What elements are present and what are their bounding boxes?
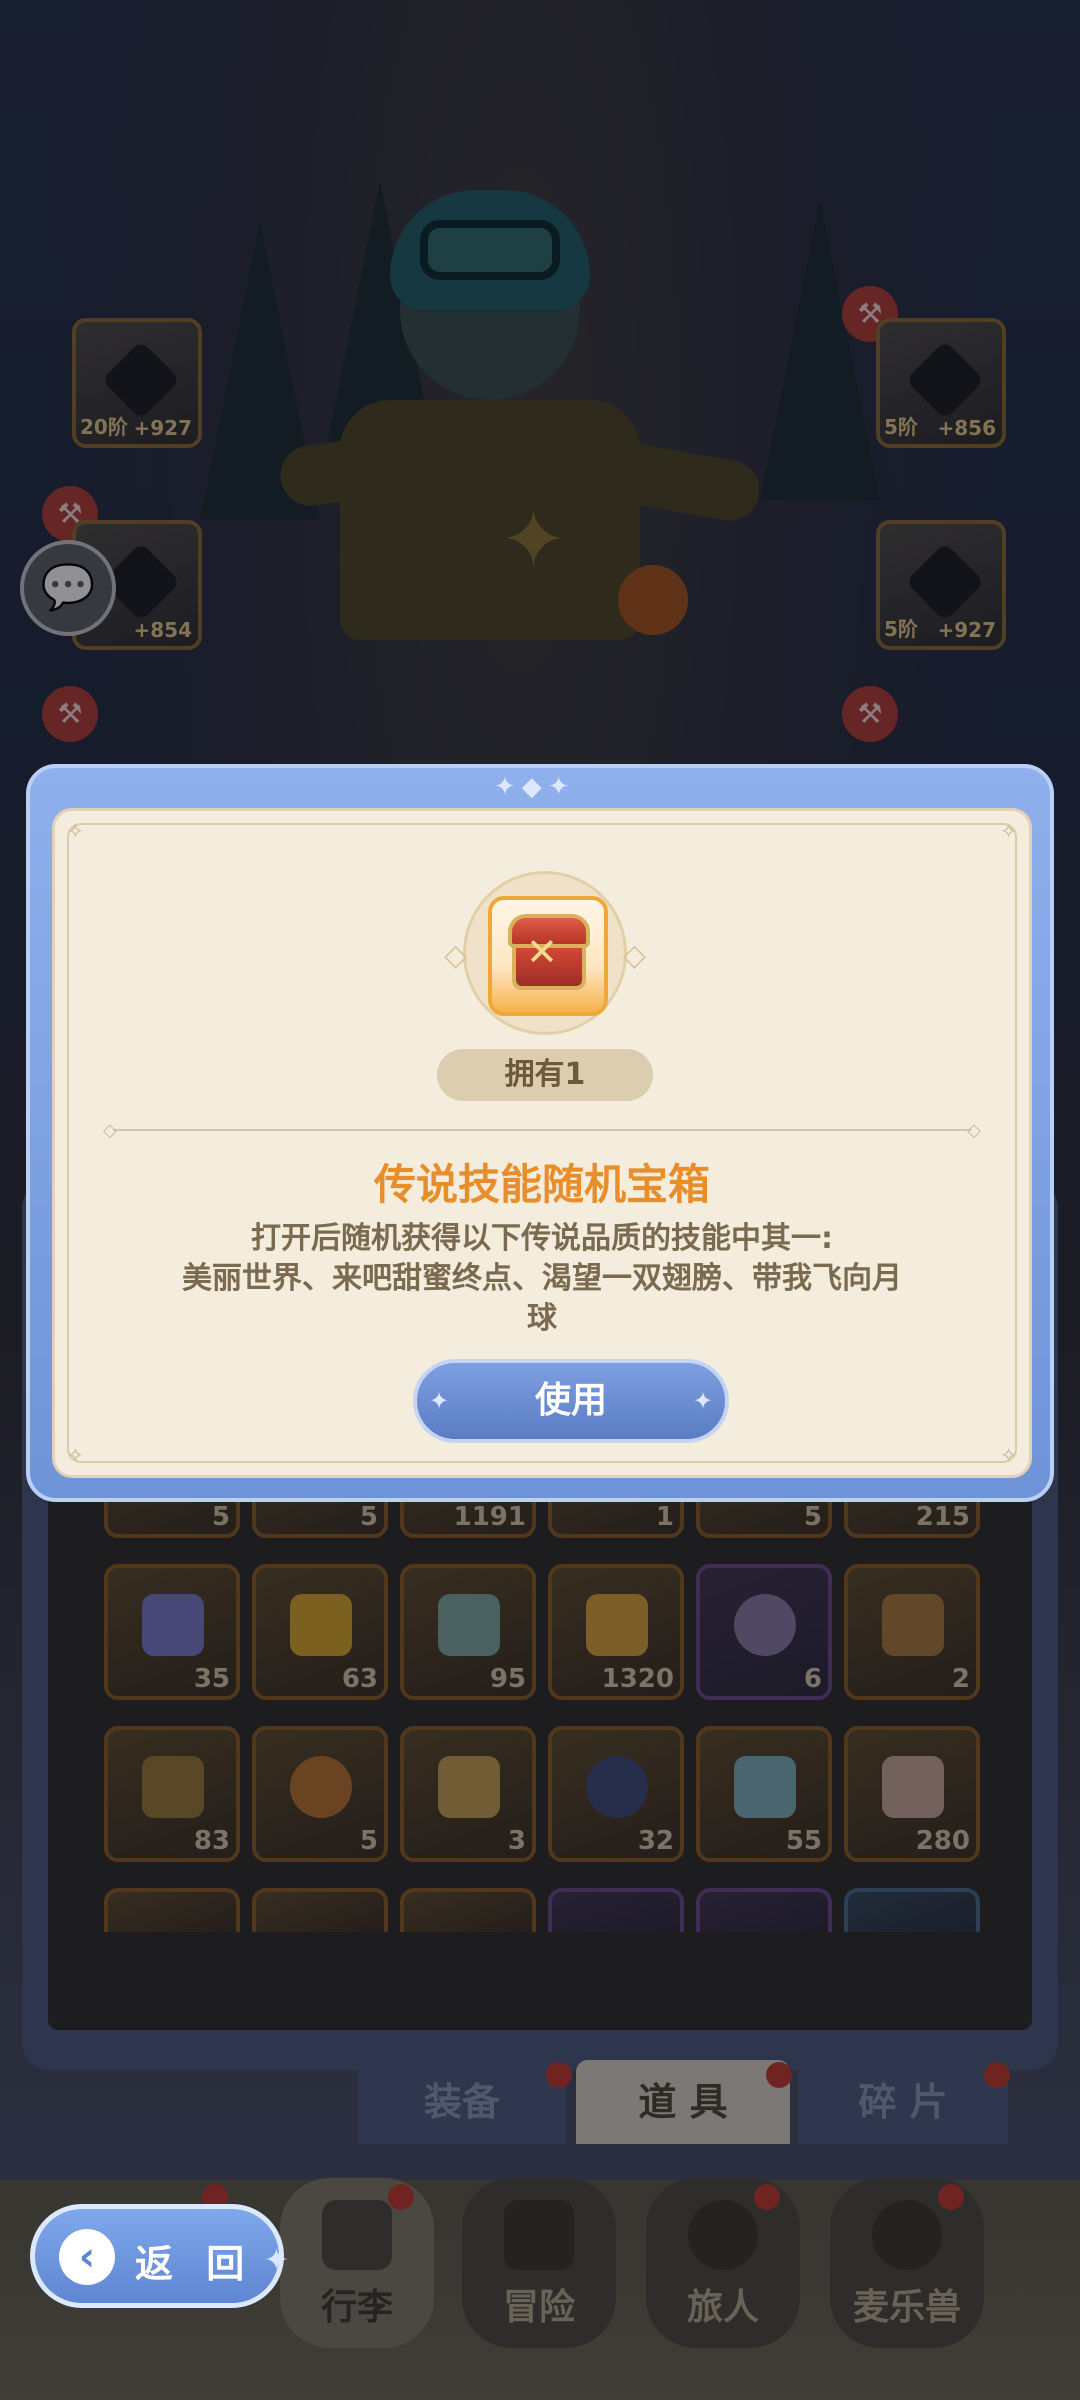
popup-card: ✧ ✧ ✧ ✧ ◇ ◇ ✕ 拥有1 ◇ ◇ 传说技能随机宝箱 打开后随机获得以下… — [52, 808, 1032, 1478]
item-icon-frame: ◇ ◇ ✕ — [444, 871, 646, 1035]
item-title: 传说技能随机宝箱 — [373, 1160, 710, 1209]
divider — [113, 1129, 971, 1131]
back-button[interactable]: ‹ 返 回 ✦ — [30, 2204, 289, 2308]
sparkle-icon: ✦ — [429, 1387, 450, 1415]
corner-ornament: ✧ — [1000, 819, 1017, 843]
corner-ornament: ✧ — [1000, 1443, 1017, 1467]
description-line: 打开后随机获得以下传说品质的技能中其一: — [251, 1221, 833, 1256]
divider-ornament: ◇ — [103, 1120, 117, 1141]
chest-emblem: ✕ — [526, 930, 558, 974]
use-button-label: 使用 — [534, 1380, 607, 1421]
diamond-ornament: ◇ — [444, 938, 468, 973]
owned-count-badge: 拥有1 — [437, 1049, 653, 1101]
description-line: 美丽世界、来吧甜蜜终点、渴望一双翅膀、带我飞向月 — [182, 1261, 902, 1296]
sparkle-icon: ✦ — [263, 2243, 289, 2278]
back-label: 返 回 — [135, 2242, 255, 2286]
sparkle-icon: ✦ — [692, 1387, 713, 1415]
item-detail-popup: ✦◆✦ ✧ ✧ ✧ ✧ ◇ ◇ ✕ 拥有1 ◇ ◇ 传说技能随机宝箱 打开后随机… — [26, 764, 1054, 1502]
ornament-icon: ✦◆✦ — [494, 772, 576, 802]
treasure-chest-icon: ✕ — [488, 896, 608, 1016]
use-button[interactable]: ✦ 使用 ✦ — [413, 1359, 729, 1443]
diamond-ornament: ◇ — [622, 938, 646, 973]
description-line: 球 — [527, 1301, 557, 1336]
back-arrow-icon: ‹ — [59, 2229, 115, 2285]
item-description: 打开后随机获得以下传说品质的技能中其一: 美丽世界、来吧甜蜜终点、渴望一双翅膀、… — [115, 1219, 969, 1339]
corner-ornament: ✧ — [67, 1443, 84, 1467]
divider-ornament: ◇ — [967, 1120, 981, 1141]
corner-ornament: ✧ — [67, 819, 84, 843]
